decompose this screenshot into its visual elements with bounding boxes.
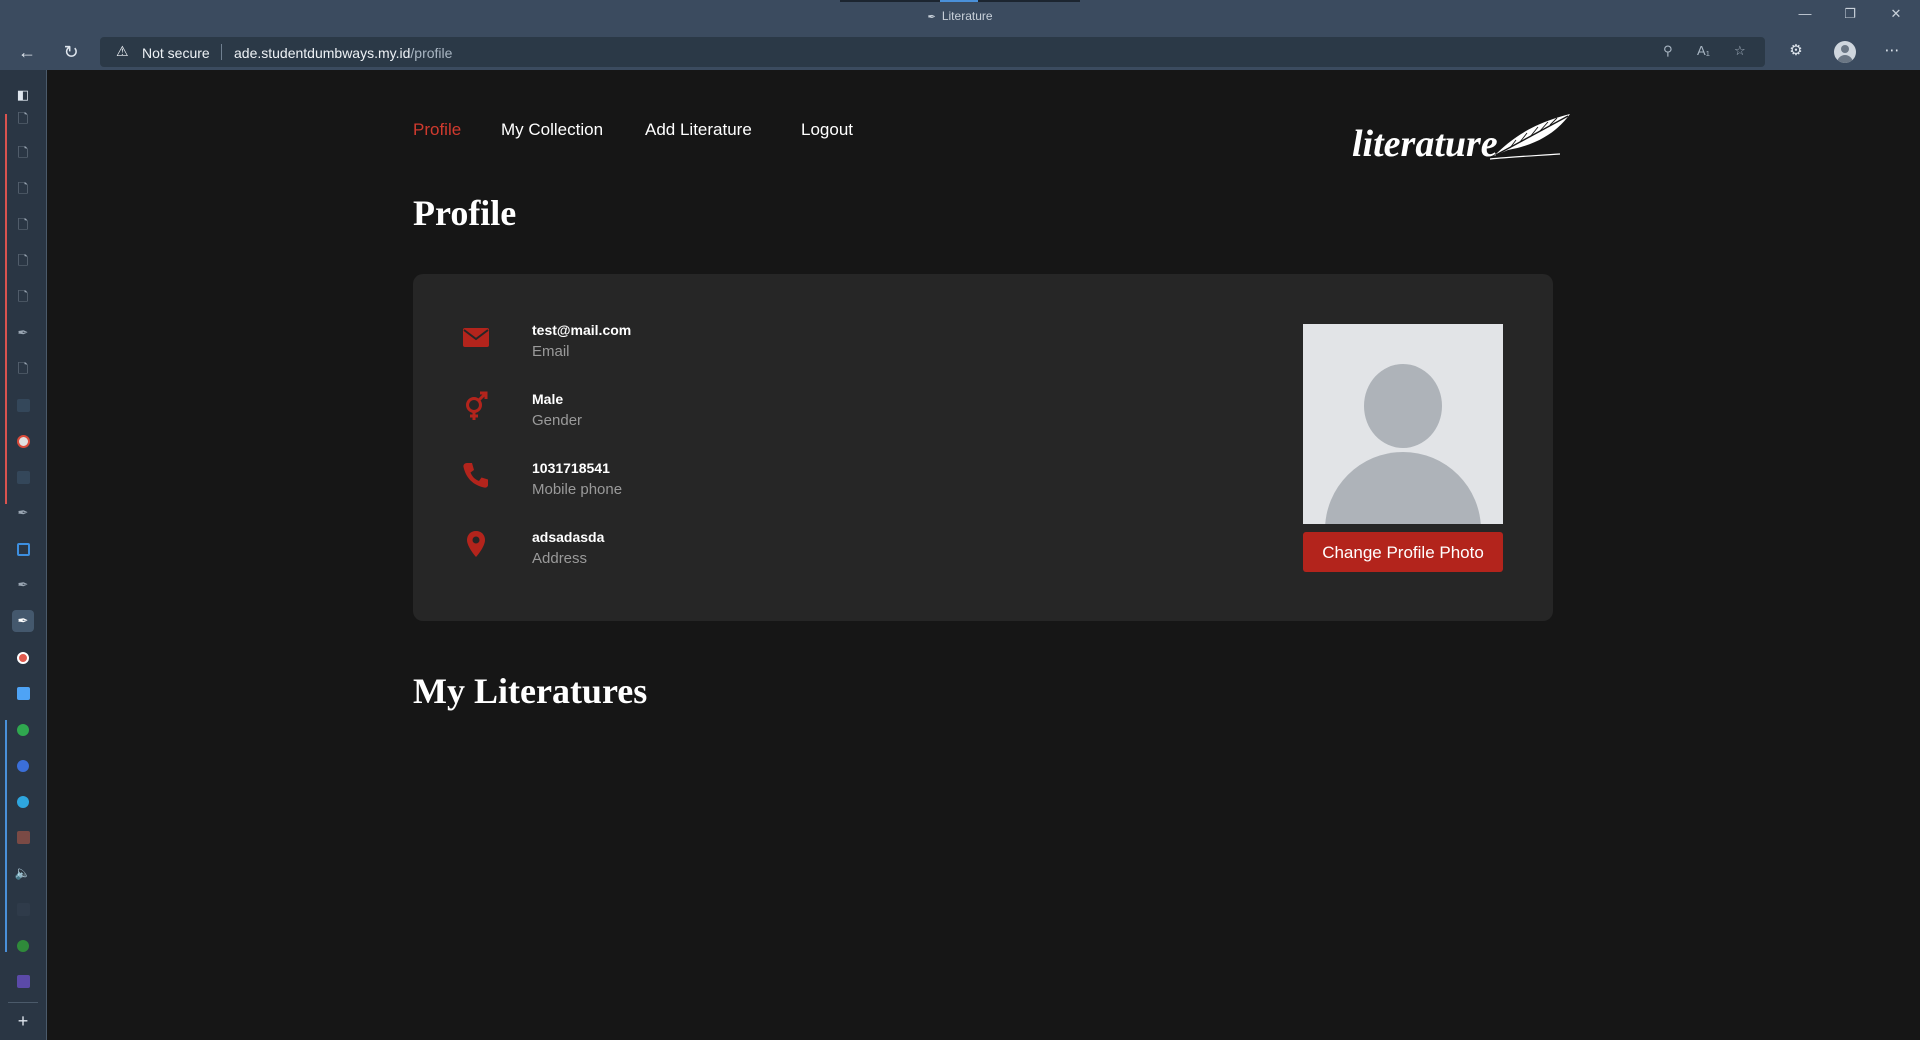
tab-telegram-icon[interactable] (12, 790, 34, 812)
page-content: Profile My Collection Add Literature Log… (47, 70, 1920, 1040)
phone-label: Mobile phone (532, 481, 623, 498)
tab-feather-icon[interactable]: ✒ (12, 502, 34, 524)
url-host: ade.studentdumbways.my.id (234, 45, 411, 61)
tab-page-icon[interactable]: 🗋 (12, 250, 34, 272)
site-logo[interactable]: literature (1352, 108, 1572, 168)
more-options-icon[interactable]: ⋯ (1880, 41, 1904, 59)
change-profile-photo-button[interactable]: Change Profile Photo (1303, 532, 1503, 572)
address-bar[interactable]: ⚠ Not secure ade.studentdumbways.my.id/p… (100, 37, 1765, 67)
tab-page-icon[interactable]: 🗋 (12, 178, 34, 200)
tab-indicator (840, 0, 1080, 2)
tab-record-icon[interactable] (12, 646, 34, 668)
nav-my-collection[interactable]: My Collection (501, 120, 603, 140)
minimize-button[interactable]: — (1793, 6, 1817, 21)
tab-app-icon[interactable] (12, 898, 34, 920)
profile-avatar-icon[interactable] (1834, 41, 1856, 63)
gender-label: Gender (532, 412, 583, 429)
address-value: adsadasda (532, 529, 605, 545)
feather-icon: ✒ (927, 12, 936, 23)
tab-page-icon[interactable]: 🗋 (12, 358, 34, 380)
tab-page-icon[interactable]: 🗋 (12, 108, 34, 130)
nav-add-literature[interactable]: Add Literature (645, 120, 752, 140)
tab-app-icon[interactable] (12, 826, 34, 848)
tab-page-icon[interactable]: 🗋 (12, 142, 34, 164)
address-separator (221, 44, 222, 60)
profile-photo (1303, 324, 1503, 524)
tab-page-icon[interactable]: 🗋 (12, 286, 34, 308)
new-tab-plus-icon[interactable]: + (12, 1010, 34, 1032)
logo-text: literature (1352, 123, 1498, 165)
tab-feather-icon[interactable]: ✒ (12, 574, 34, 596)
phone-value: 1031718541 (532, 460, 610, 476)
tab-whatsapp-icon[interactable] (12, 718, 34, 740)
tab-blank-icon[interactable] (12, 466, 34, 488)
url-path: /profile (410, 45, 453, 61)
email-value: test@mail.com (532, 322, 632, 338)
tab-actions-icon[interactable]: ◧ (12, 84, 34, 106)
reload-button[interactable]: ↻ (58, 40, 84, 64)
nav-logout[interactable]: Logout (801, 120, 853, 140)
mail-icon (463, 328, 489, 347)
address-label: Address (532, 550, 588, 567)
vertical-tab-strip: ◧ 🗋 🗋 🗋 🗋 🗋 🗋 ✒ 🗋 ✒ ✒ ✒ 🔈 + (0, 70, 47, 1040)
extensions-icon[interactable]: ⚙ (1784, 41, 1808, 59)
security-label[interactable]: Not secure (142, 45, 210, 61)
phone-icon (463, 463, 488, 488)
tab-blank-icon[interactable] (12, 394, 34, 416)
window-title: ✒ Literature (0, 9, 1920, 23)
browser-toolbar: ← ↻ ⚠ Not secure ade.studentdumbways.my.… (0, 34, 1920, 70)
tab-literature-active[interactable]: ✒ (12, 610, 34, 632)
tab-audio-icon[interactable]: 🔈 (12, 862, 34, 884)
warning-icon: ⚠ (116, 43, 129, 59)
nav-profile[interactable]: Profile (413, 120, 461, 140)
page-title: Profile (413, 193, 517, 233)
tab-feather-icon[interactable]: ✒ (12, 322, 34, 344)
favorite-add-icon[interactable]: ☆ (1734, 43, 1746, 59)
tab-app-icon[interactable] (12, 970, 34, 992)
gender-icon (466, 391, 488, 420)
url-text[interactable]: ade.studentdumbways.my.id/profile (234, 45, 452, 61)
restore-button[interactable]: ❐ (1838, 6, 1862, 22)
tab-window-icon[interactable] (12, 538, 34, 560)
tab-app-icon[interactable] (12, 934, 34, 956)
key-icon[interactable]: ⚲ (1663, 43, 1673, 59)
gender-value: Male (532, 391, 564, 407)
avatar-placeholder-head (1364, 364, 1442, 448)
tab-page-icon[interactable]: 🗋 (12, 214, 34, 236)
window-title-text: Literature (941, 9, 993, 23)
tab-facebook-icon[interactable] (12, 754, 34, 776)
feather-quill-icon (1490, 114, 1570, 160)
avatar-placeholder-body (1325, 452, 1481, 524)
profile-card: test@mail.com Email Male Gender 10317185… (413, 274, 1553, 621)
tab-app-icon[interactable] (12, 682, 34, 704)
location-pin-icon (467, 531, 485, 557)
back-button[interactable]: ← (14, 40, 40, 64)
email-label: Email (532, 343, 570, 360)
tab-group-blue (5, 720, 7, 952)
browser-title-bar: ✒ Literature — ❐ ✕ (0, 0, 1920, 34)
tab-group-red (5, 114, 7, 504)
my-literatures-heading: My Literatures (413, 671, 648, 711)
read-aloud-icon[interactable]: A₁ (1697, 43, 1710, 58)
tab-google-icon[interactable] (12, 430, 34, 452)
close-window-button[interactable]: ✕ (1884, 6, 1908, 22)
